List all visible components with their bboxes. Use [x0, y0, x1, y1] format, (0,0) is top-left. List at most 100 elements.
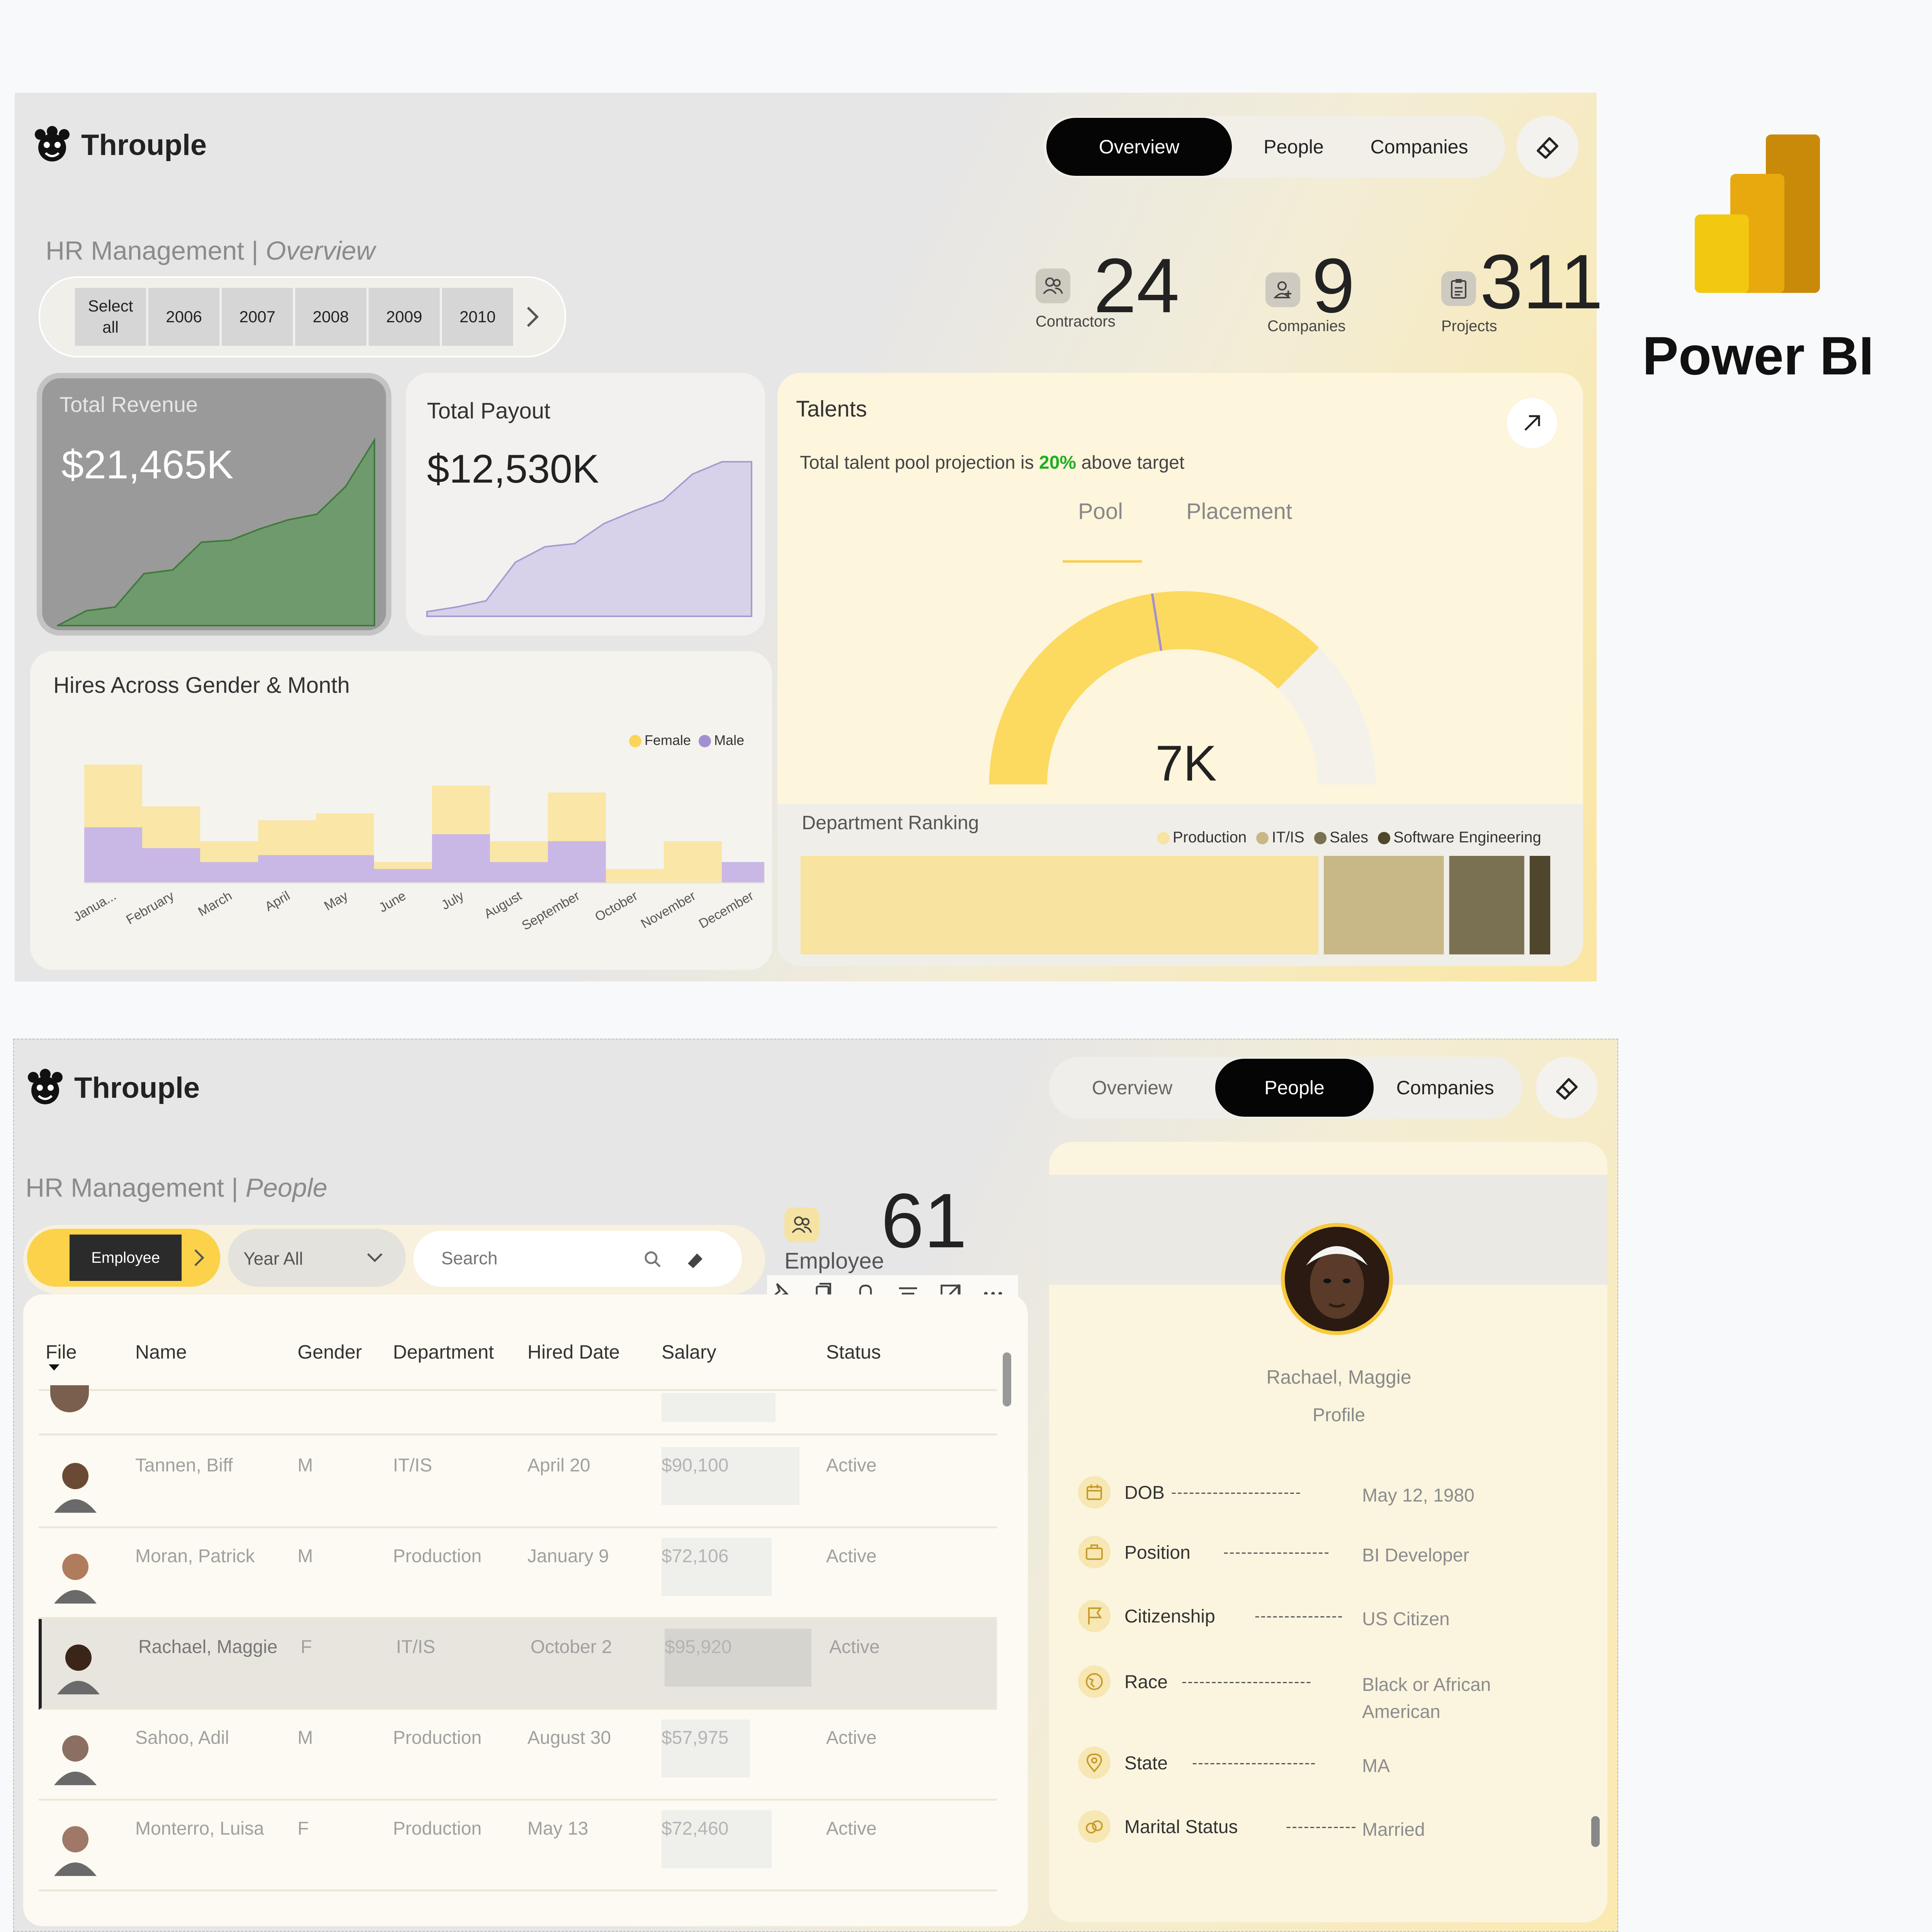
year-2006[interactable]: 2006 — [148, 288, 219, 346]
gauge-filled-arc[interactable] — [989, 591, 1319, 784]
table-row[interactable]: Monterro, Luisa F Production May 13 $72,… — [39, 1801, 997, 1891]
bar-female[interactable] — [316, 813, 374, 855]
detail-leader: ------------ — [1286, 1818, 1357, 1835]
col-file[interactable]: File — [46, 1341, 77, 1363]
tab-people[interactable]: People — [1215, 1059, 1374, 1117]
total-revenue-card: Total Revenue $21,465K — [37, 373, 391, 636]
profile-scrollbar[interactable] — [1591, 1816, 1600, 1847]
detail-label: Position — [1124, 1543, 1190, 1563]
bar-male[interactable] — [490, 862, 548, 883]
year-2008[interactable]: 2008 — [295, 288, 366, 346]
table-row[interactable]: Tannen, Biff M IT/IS April 20 $90,100 Ac… — [39, 1437, 997, 1528]
legend-software: Software Engineering — [1393, 829, 1541, 846]
row-status: Active — [826, 1455, 877, 1476]
row-status: Active — [826, 1728, 877, 1748]
table-header: File Name Gender Department Hired Date S… — [39, 1306, 997, 1391]
search-icon[interactable] — [641, 1248, 665, 1271]
clear-filters-button[interactable] — [1536, 1057, 1598, 1119]
tab-companies[interactable]: Companies — [1374, 1077, 1517, 1099]
col-gender[interactable]: Gender — [298, 1341, 362, 1363]
profile-avatar — [1281, 1223, 1393, 1335]
legend-female: Female — [645, 732, 691, 748]
year-2010[interactable]: 2010 — [442, 288, 513, 346]
page-subtitle: Overview — [265, 236, 375, 265]
person-add-icon — [1265, 272, 1300, 307]
detail-leader: --------------------- — [1192, 1754, 1316, 1771]
employee-filter[interactable]: Employee — [27, 1229, 220, 1287]
dept-block-production[interactable] — [801, 856, 1318, 954]
eraser-icon[interactable] — [684, 1248, 707, 1271]
bar-male[interactable] — [200, 862, 258, 883]
bar-female[interactable] — [84, 765, 142, 827]
tab-pool[interactable]: Pool — [1078, 498, 1123, 524]
profile-detail-row: Citizenship --------------- US Citizen — [1078, 1600, 1592, 1654]
x-tick-label: May — [321, 888, 350, 913]
bar-female[interactable] — [432, 786, 490, 834]
expand-talents-button[interactable] — [1507, 398, 1557, 448]
bar-male[interactable] — [142, 848, 200, 883]
col-status[interactable]: Status — [826, 1341, 881, 1363]
tab-people[interactable]: People — [1232, 136, 1355, 158]
tab-companies[interactable]: Companies — [1355, 136, 1483, 158]
table-row-partial[interactable] — [39, 1385, 997, 1435]
dept-block-software-engineering[interactable] — [1529, 856, 1550, 954]
x-tick-label: November — [638, 888, 698, 931]
detail-label: DOB — [1124, 1483, 1165, 1503]
search-input[interactable] — [440, 1242, 635, 1274]
year-2007[interactable]: 2007 — [222, 288, 293, 346]
row-gender: F — [301, 1637, 312, 1657]
col-salary[interactable]: Salary — [662, 1341, 716, 1363]
x-tick-label: April — [262, 888, 293, 914]
dept-block-sales[interactable] — [1449, 856, 1524, 954]
sort-desc-icon[interactable] — [46, 1362, 62, 1374]
powerbi-label: Power BI — [1642, 325, 1874, 386]
talents-projection: Total talent pool projection is 20% abov… — [800, 452, 1185, 473]
bar-female[interactable] — [490, 841, 548, 862]
tab-overview[interactable]: Overview — [1046, 118, 1232, 176]
profile-detail-row: State --------------------- MA — [1078, 1747, 1592, 1801]
table-row[interactable]: Sahoo, Adil M Production August 30 $57,9… — [39, 1710, 997, 1801]
bar-male[interactable] — [374, 869, 432, 883]
clear-filters-button[interactable] — [1517, 116, 1578, 178]
col-name[interactable]: Name — [135, 1341, 187, 1363]
projection-percent: 20% — [1039, 452, 1077, 473]
detail-label: Citizenship — [1124, 1606, 1215, 1627]
clipboard-icon — [1441, 271, 1476, 306]
table-scrollbar[interactable] — [1003, 1352, 1011, 1406]
bar-female[interactable] — [374, 862, 432, 869]
col-hired-date[interactable]: Hired Date — [527, 1341, 620, 1363]
bar-male[interactable] — [84, 827, 142, 883]
bar-male[interactable] — [432, 834, 490, 883]
search-box[interactable] — [413, 1231, 742, 1287]
x-tick-label: September — [519, 888, 582, 933]
tab-overview[interactable]: Overview — [1049, 1077, 1215, 1099]
bar-female[interactable] — [606, 869, 664, 883]
area-point — [143, 573, 145, 575]
area-point — [172, 569, 174, 571]
area-point — [316, 514, 318, 515]
bar-female[interactable] — [200, 841, 258, 862]
table-row[interactable]: Moran, Patrick M Production January 9 $7… — [39, 1528, 997, 1619]
bar-male[interactable] — [548, 841, 606, 883]
year-select-all[interactable]: Select all — [75, 288, 146, 346]
bar-male[interactable] — [316, 855, 374, 883]
bar-male[interactable] — [722, 862, 764, 883]
detail-leader: --------------- — [1255, 1607, 1344, 1624]
tab-placement[interactable]: Placement — [1186, 498, 1292, 524]
bar-female[interactable] — [548, 793, 606, 841]
bar-female[interactable] — [664, 841, 722, 883]
detail-label: State — [1124, 1753, 1168, 1774]
eraser-icon — [1537, 137, 1558, 159]
x-tick-label: March — [196, 888, 235, 919]
year-2009[interactable]: 2009 — [369, 288, 440, 346]
bar-female[interactable] — [258, 820, 316, 855]
table-row[interactable]: Rachael, Maggie F IT/IS October 2 $95,92… — [39, 1619, 997, 1710]
chevron-right-icon[interactable] — [521, 301, 544, 332]
page-subtitle: People — [245, 1173, 328, 1202]
bar-female[interactable] — [142, 806, 200, 848]
year-filter[interactable]: Year All — [228, 1229, 406, 1287]
total-payout-card: Total Payout $12,530K — [406, 373, 765, 636]
dept-block-it-is[interactable] — [1323, 856, 1444, 954]
bar-male[interactable] — [258, 855, 316, 883]
col-department[interactable]: Department — [393, 1341, 494, 1363]
